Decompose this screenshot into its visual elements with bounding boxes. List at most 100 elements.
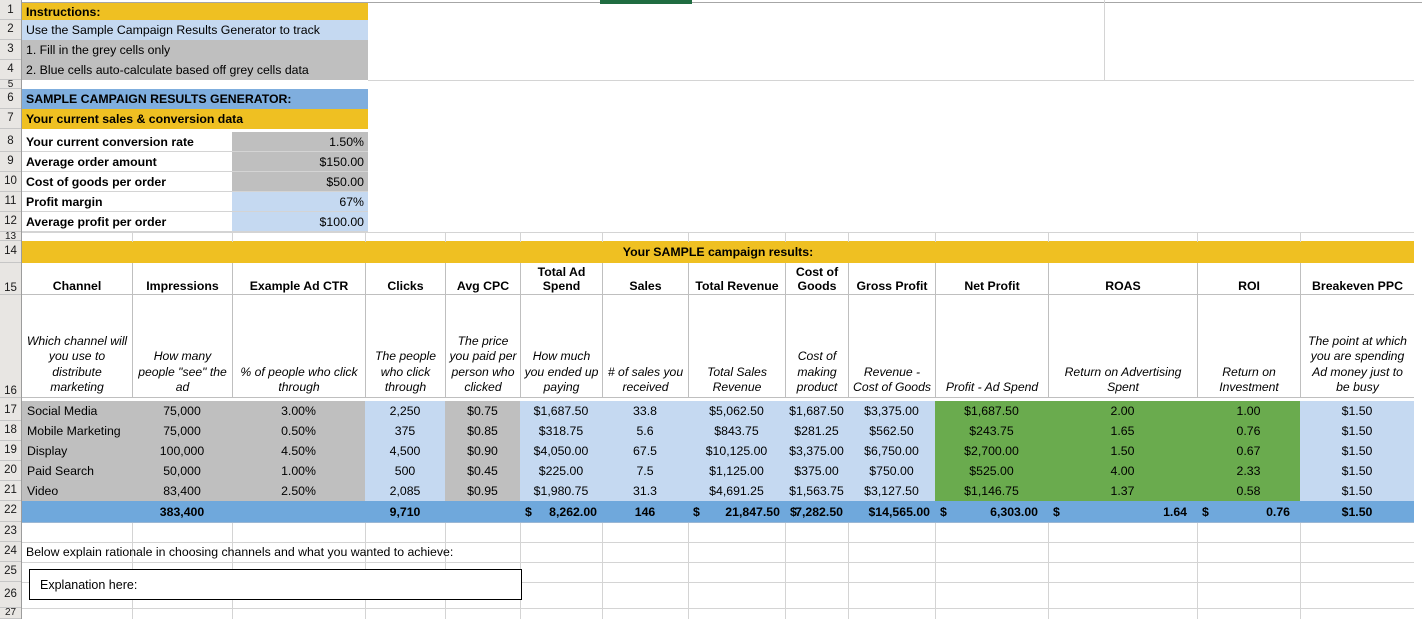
row-number-22[interactable]: 22 [0,501,21,522]
totals-bottom-divider [22,522,1414,523]
total-revenue: 21,847.50 [725,504,780,519]
row-number-10[interactable]: 10 [0,172,21,192]
row-number-26[interactable]: 26 [0,582,21,608]
row-number-1[interactable]: 1 [0,3,21,20]
cell-breakeven-2: $1.50 [1341,444,1373,458]
cell-impressions-4[interactable]: 83,400 [132,481,232,501]
total-roi: 0.76 [1266,504,1290,519]
cell-impressions-3[interactable]: 50,000 [132,461,232,481]
cell-breakeven-3: $1.50 [1341,464,1373,478]
total-impressions: 383,400 [159,504,205,519]
cell-impressions-1[interactable]: 75,000 [132,421,232,441]
cell-ctr-1[interactable]: 0.50% [232,421,365,441]
row-number-13[interactable]: 13 [0,232,21,241]
generator-title: SAMPLE CAMPAIGN RESULTS GENERATOR: [22,89,368,109]
explanation-input[interactable]: Explanation here: [29,569,522,600]
cell-roi-0: 1.00 [1236,404,1261,418]
cell-cpc-0[interactable]: $0.75 [445,401,520,421]
row-number-3[interactable]: 3 [0,40,21,60]
col-desc-gross-profit: Revenue - Cost of Goods [848,295,935,398]
cell-roas-0: 2.00 [1110,404,1135,418]
row-number-9[interactable]: 9 [0,152,21,172]
grid-blank-line-1 [368,80,1414,81]
row-number-11[interactable]: 11 [0,192,21,212]
cell-net-profit-0: $1,687.50 [964,404,1019,418]
cell-channel-0[interactable]: Social Media [22,401,132,421]
row-number-5[interactable]: 5 [0,80,21,89]
row-number-2[interactable]: 2 [0,20,21,40]
row-number-19[interactable]: 19 [0,441,21,461]
generator-row-value-2[interactable]: $50.00 [232,172,368,192]
grid-col-line-top-d [445,232,446,242]
cell-cogs-3: $375.00 [794,464,839,478]
col-header-impressions: Impressions [132,263,232,295]
row-number-16[interactable]: 16 [0,295,21,398]
cell-gross-profit-1: $562.50 [869,424,914,438]
cell-roas-3: 4.00 [1110,464,1135,478]
cell-ctr-0[interactable]: 3.00% [232,401,365,421]
row-number-24[interactable]: 24 [0,542,21,562]
cell-ctr-3[interactable]: 1.00% [232,461,365,481]
cell-channel-1[interactable]: Mobile Marketing [22,421,132,441]
row-number-18[interactable]: 18 [0,421,21,441]
generator-row-label-3: Profit margin [22,192,232,212]
total-net-profit: 6,303.00 [990,504,1038,519]
cell-roi-4: 0.58 [1236,484,1261,498]
spreadsheet-canvas[interactable]: Instructions: Use the Sample Campaign Re… [0,0,1422,619]
instructions-line-3: 2. Blue cells auto-calculate based off g… [22,60,368,80]
row-number-15[interactable]: 15 [0,263,21,295]
row-number-6[interactable]: 6 [0,89,21,109]
total-roas: 1.64 [1163,504,1187,519]
cell-ctr-4[interactable]: 2.50% [232,481,365,501]
cell-cpc-4[interactable]: $0.95 [445,481,520,501]
generator-subtitle: Your current sales & conversion data [22,109,368,129]
row-number-8[interactable]: 8 [0,132,21,152]
row-number-4[interactable]: 4 [0,60,21,80]
col-header-total-revenue: Total Revenue [688,263,785,295]
grid-col-line-i [848,522,849,619]
cell-breakeven-4: $1.50 [1341,484,1373,498]
cell-ctr-2[interactable]: 4.50% [232,441,365,461]
row-number-21[interactable]: 21 [0,481,21,501]
cell-impressions-2[interactable]: 100,000 [132,441,232,461]
row-number-12[interactable]: 12 [0,212,21,232]
cell-channel-4[interactable]: Video [22,481,132,501]
generator-row-value-1[interactable]: $150.00 [232,152,368,172]
col-desc-impressions: How many people "see" the ad [132,295,232,398]
cell-cogs-1: $281.25 [794,424,839,438]
cell-channel-3[interactable]: Paid Search [22,461,132,481]
grid-col-line-h [785,522,786,619]
row-number-20[interactable]: 20 [0,461,21,481]
grid-col-line-top-e [520,232,521,242]
cell-gross-profit-4: $3,127.50 [864,484,919,498]
row-number-14[interactable]: 14 [0,241,21,263]
generator-row-label-1: Average order amount [22,152,232,172]
grid-col-line-f [602,522,603,619]
cell-clicks-0: 2,250 [389,404,421,418]
total-gross-profit: $14,565.00 [868,504,930,519]
sheet-tab-indicator[interactable] [600,0,692,4]
cell-cpc-3[interactable]: $0.45 [445,461,520,481]
cell-cpc-1[interactable]: $0.85 [445,421,520,441]
cell-sales-0: 33.8 [633,404,657,418]
row-number-27[interactable]: 27 [0,608,21,619]
cell-roas-2: 1.50 [1110,444,1135,458]
cell-channel-2[interactable]: Display [22,441,132,461]
grid-row-line-27 [22,608,1414,609]
row-number-25[interactable]: 25 [0,562,21,582]
cell-impressions-0[interactable]: 75,000 [132,401,232,421]
row-number-7[interactable]: 7 [0,109,21,129]
col-header-roi: ROI [1197,263,1300,295]
grid-col-line-top-g [688,232,689,242]
row-number-17[interactable]: 17 [0,401,21,421]
generator-row-value-0[interactable]: 1.50% [232,132,368,152]
cell-clicks-3: 500 [394,464,416,478]
generator-row-label-4: Average profit per order [22,212,232,232]
grid-col-line-top-m [1300,232,1301,242]
cell-cpc-2[interactable]: $0.90 [445,441,520,461]
cell-gross-profit-3: $750.00 [869,464,914,478]
grid-col-line-j [935,522,936,619]
row-number-23[interactable]: 23 [0,522,21,542]
col-header-clicks: Clicks [365,263,445,295]
col-header-channel: Channel [22,263,132,295]
